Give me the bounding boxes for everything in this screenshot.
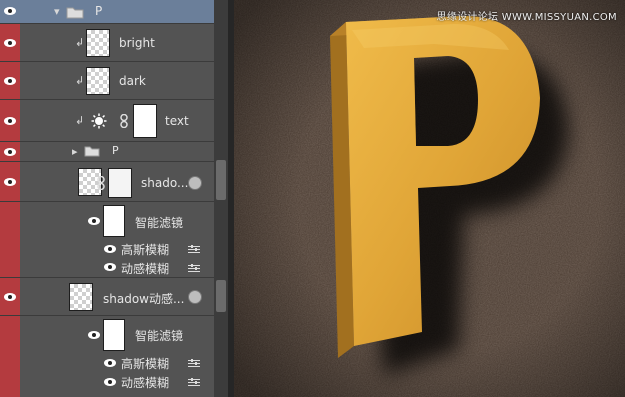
filter-label: 高斯模糊	[121, 357, 170, 371]
smart-filter-icon[interactable]	[188, 176, 202, 190]
layer-label: P	[112, 144, 119, 157]
layer-label: P	[95, 4, 103, 18]
folder-icon	[84, 146, 100, 157]
eye-icon[interactable]	[3, 147, 17, 157]
eye-icon[interactable]	[3, 38, 17, 48]
clipping-arrow-icon: ↲	[75, 74, 85, 87]
filter-mask-thumbnail	[103, 205, 125, 237]
eye-icon[interactable]	[3, 116, 17, 126]
layer-label: shado...	[141, 176, 189, 190]
eye-icon[interactable]	[103, 262, 117, 272]
layer-dark[interactable]: ↲ dark	[0, 62, 228, 100]
scrollbar-thumb-secondary[interactable]	[216, 280, 226, 312]
smart-filters-2[interactable]: 智能滤镜	[0, 316, 228, 354]
filter-options-icon[interactable]	[188, 264, 200, 273]
brightness-adjustment-icon	[91, 113, 107, 129]
filter-gaussian-blur-2[interactable]: 高斯模糊	[0, 354, 228, 372]
eye-icon[interactable]	[3, 292, 17, 302]
folder-icon	[66, 7, 84, 19]
filter-options-icon[interactable]	[188, 359, 200, 368]
eye-icon[interactable]	[87, 330, 101, 340]
eye-icon[interactable]	[103, 244, 117, 254]
chain-link-icon[interactable]	[97, 176, 105, 190]
layer-mask-thumbnail	[108, 168, 132, 198]
layer-shadow-1[interactable]: shado...	[0, 162, 228, 202]
filter-motion-blur-2[interactable]: 动感模糊	[0, 372, 228, 397]
layer-group-p[interactable]: ▸ P	[0, 142, 228, 162]
expand-arrow-icon[interactable]: ▸	[72, 145, 78, 158]
layer-shadow-2[interactable]: shadow动感...	[0, 278, 228, 316]
layer-label: bright	[119, 36, 155, 50]
collapse-arrow-icon[interactable]: ▾	[54, 5, 60, 18]
layer-mask-thumbnail	[133, 104, 157, 138]
smart-filters-label: 智能滤镜	[135, 329, 184, 343]
filter-label: 动感模糊	[121, 376, 170, 390]
filter-label: 动感模糊	[121, 262, 170, 276]
layer-label: text	[165, 114, 189, 128]
eye-icon[interactable]	[3, 6, 17, 16]
filter-gaussian-blur-1[interactable]: 高斯模糊	[0, 240, 228, 258]
clipping-arrow-icon: ↲	[75, 114, 85, 127]
filter-options-icon[interactable]	[188, 245, 200, 254]
layer-bright[interactable]: ↲ bright	[0, 24, 228, 62]
filter-motion-blur-1[interactable]: 动感模糊	[0, 258, 228, 278]
smart-filters-label: 智能滤镜	[135, 216, 184, 230]
layers-panel: ▾ P ↲ bright ↲ dark ↲ text ▸ P shado... …	[0, 0, 228, 397]
layer-group-top[interactable]: ▾ P	[0, 0, 228, 24]
clipping-arrow-icon: ↲	[75, 36, 85, 49]
filter-label: 高斯模糊	[121, 243, 170, 257]
filter-mask-thumbnail	[103, 319, 125, 351]
eye-icon[interactable]	[3, 177, 17, 187]
eye-icon[interactable]	[103, 358, 117, 368]
layer-thumbnail	[86, 29, 110, 57]
scrollbar-thumb[interactable]	[216, 160, 226, 200]
artwork	[234, 0, 625, 397]
chain-link-icon[interactable]	[120, 114, 128, 128]
smart-object-thumbnail	[69, 283, 93, 311]
layer-text[interactable]: ↲ text	[0, 100, 228, 142]
eye-icon[interactable]	[103, 377, 117, 387]
eye-icon[interactable]	[3, 76, 17, 86]
layer-label: dark	[119, 74, 146, 88]
watermark: 思缘设计论坛 WWW.MISSYUAN.COM	[436, 12, 617, 23]
filter-options-icon[interactable]	[188, 378, 200, 387]
layer-thumbnail	[86, 67, 110, 95]
smart-filter-icon[interactable]	[188, 290, 202, 304]
document-canvas[interactable]: 思缘设计论坛 WWW.MISSYUAN.COM	[234, 0, 625, 397]
eye-icon[interactable]	[87, 216, 101, 226]
smart-filters-1[interactable]: 智能滤镜	[0, 202, 228, 240]
layer-label: shadow动感...	[103, 292, 185, 306]
